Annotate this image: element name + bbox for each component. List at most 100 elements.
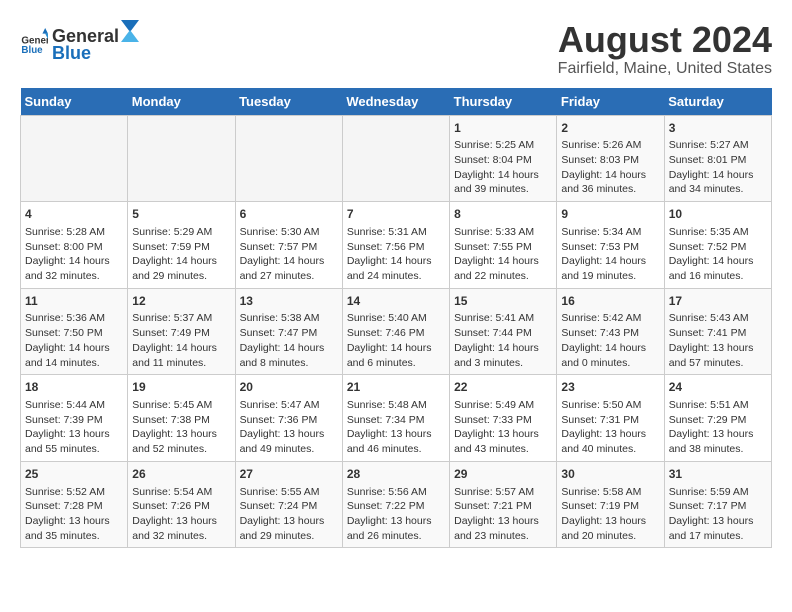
- calendar-cell: 15Sunrise: 5:41 AMSunset: 7:44 PMDayligh…: [450, 288, 557, 375]
- calendar-week-1: 1Sunrise: 5:25 AMSunset: 8:04 PMDaylight…: [21, 115, 772, 202]
- day-info: Sunrise: 5:28 AM: [25, 225, 123, 240]
- day-info: and 29 minutes.: [240, 529, 338, 544]
- day-info: Sunrise: 5:52 AM: [25, 485, 123, 500]
- day-info: Sunrise: 5:43 AM: [669, 311, 767, 326]
- day-info: Sunset: 7:56 PM: [347, 240, 445, 255]
- calendar-cell: 21Sunrise: 5:48 AMSunset: 7:34 PMDayligh…: [342, 375, 449, 462]
- day-info: Daylight: 14 hours: [454, 168, 552, 183]
- calendar-cell: 1Sunrise: 5:25 AMSunset: 8:04 PMDaylight…: [450, 115, 557, 202]
- day-info: Daylight: 14 hours: [454, 341, 552, 356]
- main-title: August 2024: [558, 20, 772, 60]
- day-info: and 34 minutes.: [669, 182, 767, 197]
- day-info: Daylight: 13 hours: [347, 427, 445, 442]
- calendar-week-3: 11Sunrise: 5:36 AMSunset: 7:50 PMDayligh…: [21, 288, 772, 375]
- day-info: Daylight: 13 hours: [669, 427, 767, 442]
- day-info: and 27 minutes.: [240, 269, 338, 284]
- day-number: 10: [669, 206, 767, 223]
- day-info: Daylight: 14 hours: [561, 254, 659, 269]
- day-info: and 3 minutes.: [454, 356, 552, 371]
- day-info: Daylight: 13 hours: [132, 427, 230, 442]
- day-info: Daylight: 13 hours: [561, 514, 659, 529]
- day-info: Daylight: 14 hours: [669, 168, 767, 183]
- day-number: 20: [240, 379, 338, 396]
- day-info: Daylight: 14 hours: [132, 341, 230, 356]
- calendar-cell: 22Sunrise: 5:49 AMSunset: 7:33 PMDayligh…: [450, 375, 557, 462]
- day-info: and 39 minutes.: [454, 182, 552, 197]
- day-info: Sunset: 7:17 PM: [669, 499, 767, 514]
- day-info: and 17 minutes.: [669, 529, 767, 544]
- day-info: Sunrise: 5:55 AM: [240, 485, 338, 500]
- subtitle: Fairfield, Maine, United States: [558, 60, 772, 78]
- day-info: Sunset: 7:22 PM: [347, 499, 445, 514]
- day-info: and 14 minutes.: [25, 356, 123, 371]
- day-info: and 0 minutes.: [561, 356, 659, 371]
- day-info: Daylight: 13 hours: [347, 514, 445, 529]
- day-number: 11: [25, 293, 123, 310]
- day-info: Daylight: 14 hours: [240, 254, 338, 269]
- calendar-header-sunday: Sunday: [21, 88, 128, 116]
- day-info: Sunrise: 5:25 AM: [454, 138, 552, 153]
- calendar-cell: 20Sunrise: 5:47 AMSunset: 7:36 PMDayligh…: [235, 375, 342, 462]
- calendar-cell: 17Sunrise: 5:43 AMSunset: 7:41 PMDayligh…: [664, 288, 771, 375]
- day-info: Sunrise: 5:44 AM: [25, 398, 123, 413]
- day-info: Daylight: 14 hours: [132, 254, 230, 269]
- day-info: Sunrise: 5:50 AM: [561, 398, 659, 413]
- day-info: Sunset: 7:55 PM: [454, 240, 552, 255]
- day-number: 7: [347, 206, 445, 223]
- day-info: Daylight: 13 hours: [25, 514, 123, 529]
- page-header: General Blue General Blue August 2024 Fa…: [20, 20, 772, 78]
- calendar-cell: 23Sunrise: 5:50 AMSunset: 7:31 PMDayligh…: [557, 375, 664, 462]
- day-info: and 11 minutes.: [132, 356, 230, 371]
- day-info: and 29 minutes.: [132, 269, 230, 284]
- day-info: Sunset: 8:04 PM: [454, 153, 552, 168]
- calendar-header-friday: Friday: [557, 88, 664, 116]
- day-info: Daylight: 14 hours: [561, 168, 659, 183]
- day-info: Daylight: 14 hours: [454, 254, 552, 269]
- day-info: Daylight: 14 hours: [347, 254, 445, 269]
- day-info: and 26 minutes.: [347, 529, 445, 544]
- day-info: Sunrise: 5:48 AM: [347, 398, 445, 413]
- day-info: and 20 minutes.: [561, 529, 659, 544]
- calendar-header-tuesday: Tuesday: [235, 88, 342, 116]
- day-info: Daylight: 13 hours: [132, 514, 230, 529]
- day-info: Sunset: 7:29 PM: [669, 413, 767, 428]
- day-number: 15: [454, 293, 552, 310]
- calendar-cell: 26Sunrise: 5:54 AMSunset: 7:26 PMDayligh…: [128, 461, 235, 548]
- day-number: 30: [561, 466, 659, 483]
- day-info: and 35 minutes.: [25, 529, 123, 544]
- day-info: Daylight: 13 hours: [669, 514, 767, 529]
- day-number: 26: [132, 466, 230, 483]
- day-info: Sunrise: 5:41 AM: [454, 311, 552, 326]
- day-number: 12: [132, 293, 230, 310]
- day-info: Daylight: 14 hours: [561, 341, 659, 356]
- calendar-cell: 7 Sunrise: 5:31 AMSunset: 7:56 PMDaylight…: [342, 202, 449, 289]
- day-info: Sunrise: 5:37 AM: [132, 311, 230, 326]
- calendar-cell: 13Sunrise: 5:38 AMSunset: 7:47 PMDayligh…: [235, 288, 342, 375]
- day-info: Daylight: 13 hours: [240, 514, 338, 529]
- calendar-header-saturday: Saturday: [664, 88, 771, 116]
- day-number: 3: [669, 120, 767, 137]
- day-info: Sunrise: 5:59 AM: [669, 485, 767, 500]
- calendar-cell: 29Sunrise: 5:57 AMSunset: 7:21 PMDayligh…: [450, 461, 557, 548]
- day-info: and 57 minutes.: [669, 356, 767, 371]
- day-info: Sunrise: 5:27 AM: [669, 138, 767, 153]
- day-info: Sunrise: 5:31 AM: [347, 225, 445, 240]
- calendar-cell: 25Sunrise: 5:52 AMSunset: 7:28 PMDayligh…: [21, 461, 128, 548]
- day-info: Sunrise: 5:40 AM: [347, 311, 445, 326]
- day-info: Sunset: 7:41 PM: [669, 326, 767, 341]
- calendar-cell: 30Sunrise: 5:58 AMSunset: 7:19 PMDayligh…: [557, 461, 664, 548]
- day-info: and 19 minutes.: [561, 269, 659, 284]
- day-info: Sunset: 7:59 PM: [132, 240, 230, 255]
- day-info: Sunrise: 5:26 AM: [561, 138, 659, 153]
- day-info: Sunset: 7:52 PM: [669, 240, 767, 255]
- calendar-cell: 6Sunrise: 5:30 AMSunset: 7:57 PMDaylight…: [235, 202, 342, 289]
- day-info: Sunset: 7:39 PM: [25, 413, 123, 428]
- day-info: and 32 minutes.: [25, 269, 123, 284]
- day-info: Sunrise: 5:45 AM: [132, 398, 230, 413]
- day-number: 13: [240, 293, 338, 310]
- day-info: Sunset: 7:21 PM: [454, 499, 552, 514]
- calendar-cell: [235, 115, 342, 202]
- day-info: Sunset: 7:28 PM: [25, 499, 123, 514]
- calendar-cell: 4Sunrise: 5:28 AMSunset: 8:00 PMDaylight…: [21, 202, 128, 289]
- day-info: Sunrise: 5:29 AM: [132, 225, 230, 240]
